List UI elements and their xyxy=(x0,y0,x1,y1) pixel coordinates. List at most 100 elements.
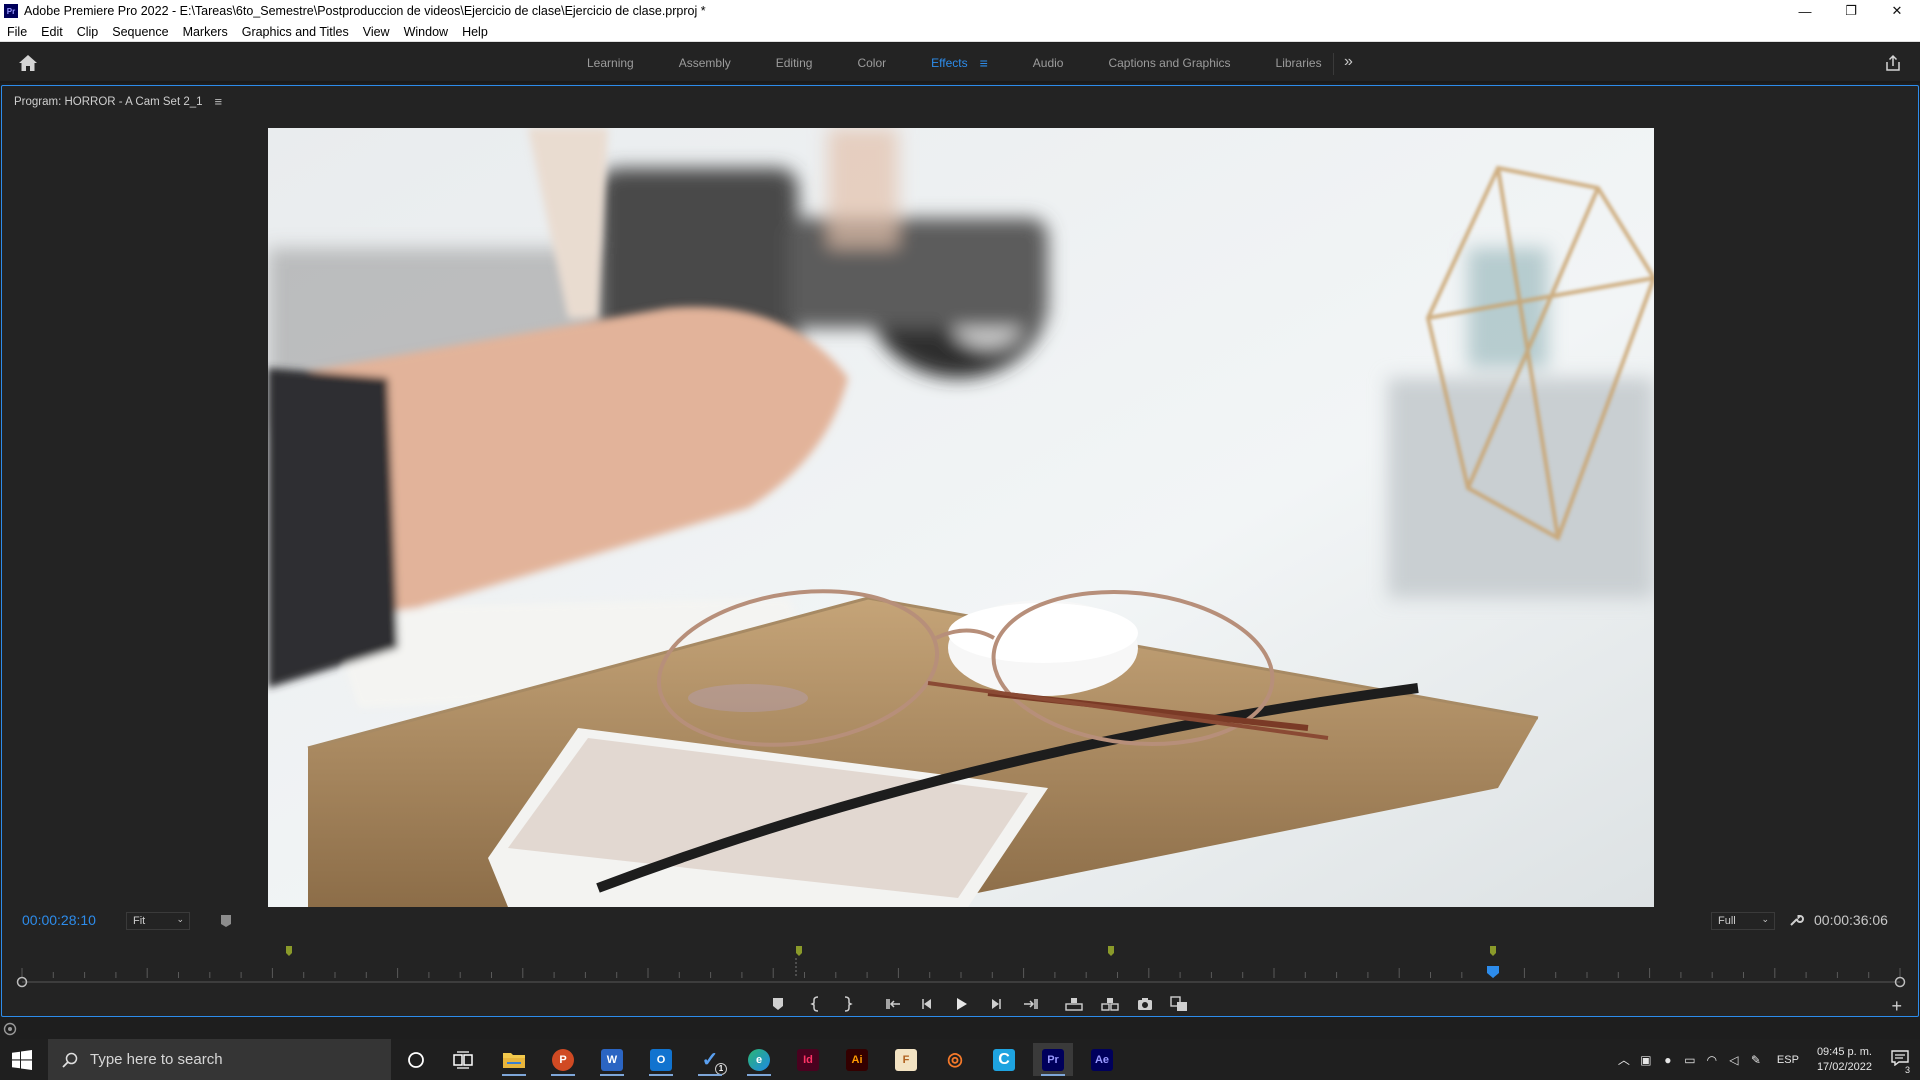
blender-icon: ◎ xyxy=(947,1049,963,1069)
marker-icon[interactable] xyxy=(1108,946,1114,956)
tab-editing[interactable]: Editing xyxy=(776,56,813,70)
step-back-button[interactable] xyxy=(917,994,937,1014)
tab-color[interactable]: Color xyxy=(857,56,886,70)
menu-window[interactable]: Window xyxy=(397,25,455,39)
windows-start-icon[interactable] xyxy=(12,1050,32,1070)
powerpoint-icon: P xyxy=(552,1048,574,1071)
taskbar-app-indesign[interactable]: Id xyxy=(788,1043,828,1076)
taskbar-app-edge[interactable]: e xyxy=(739,1043,779,1076)
menu-clip[interactable]: Clip xyxy=(70,25,106,39)
menu-graphics-and-titles[interactable]: Graphics and Titles xyxy=(235,25,356,39)
tab-learning[interactable]: Learning xyxy=(587,56,634,70)
time-ruler[interactable] xyxy=(14,938,1908,990)
taskbar-search-input[interactable]: Type here to search xyxy=(48,1039,391,1080)
zoom-level-select[interactable]: Fit ⌄ xyxy=(126,912,190,930)
taskbar-app-todo[interactable]: ✓ 1 xyxy=(690,1043,730,1076)
taskbar-app-after-effects[interactable]: Ae xyxy=(1082,1043,1122,1076)
wrench-icon[interactable] xyxy=(1788,912,1804,928)
tab-libraries[interactable]: Libraries xyxy=(1276,56,1322,70)
playhead-icon[interactable] xyxy=(1487,966,1499,978)
home-icon[interactable] xyxy=(18,53,38,73)
menu-markers[interactable]: Markers xyxy=(176,25,235,39)
menu-view[interactable]: View xyxy=(356,25,397,39)
playback-resolution-select[interactable]: Full ⌄ xyxy=(1711,912,1775,930)
menu-sequence[interactable]: Sequence xyxy=(105,25,175,39)
marker-icon[interactable] xyxy=(1490,946,1496,956)
language-indicator[interactable]: ESP xyxy=(1777,1054,1799,1066)
notifications-button[interactable]: 3 xyxy=(1880,1050,1920,1075)
play-button[interactable] xyxy=(951,994,971,1014)
add-marker-button[interactable] xyxy=(768,994,788,1014)
marker-icon[interactable] xyxy=(286,946,292,956)
video-frame-image xyxy=(268,128,1654,907)
chevron-up-icon[interactable]: ︿ xyxy=(1613,1051,1635,1068)
duration-timecode: 00:00:36:06 xyxy=(1814,912,1888,928)
comparison-view-icon xyxy=(1170,996,1187,1011)
tab-effects[interactable]: Effects ≡ xyxy=(931,55,988,71)
window-title: Adobe Premiere Pro 2022 - E:\Tareas\6to_… xyxy=(24,4,706,18)
mark-out-button[interactable] xyxy=(837,994,857,1014)
mark-in-button[interactable] xyxy=(806,994,826,1014)
taskbar-app-fresco[interactable]: F xyxy=(886,1043,926,1076)
extract-icon xyxy=(1101,998,1119,1011)
menu-bar: File Edit Clip Sequence Markers Graphics… xyxy=(0,22,1920,42)
marker-icon[interactable] xyxy=(796,946,802,956)
microphone-icon[interactable]: ● xyxy=(1657,1053,1679,1067)
more-workspaces-icon[interactable]: » xyxy=(1333,53,1353,75)
taskbar-app-illustrator[interactable]: Ai xyxy=(837,1043,877,1076)
lift-button[interactable] xyxy=(1064,994,1084,1014)
workspace-menu-icon[interactable]: ≡ xyxy=(980,55,988,71)
camera-icon xyxy=(1138,998,1152,1010)
cortana-button[interactable] xyxy=(396,1043,436,1076)
tab-audio[interactable]: Audio xyxy=(1033,56,1064,70)
taskbar-app-ccleaner[interactable]: C xyxy=(984,1043,1024,1076)
volume-icon[interactable]: ◁ xyxy=(1723,1053,1745,1067)
go-to-out-button[interactable] xyxy=(1021,994,1041,1014)
wifi-icon[interactable]: ◠ xyxy=(1701,1053,1723,1067)
comparison-view-button[interactable] xyxy=(1169,994,1189,1014)
taskbar-app-premiere[interactable]: Pr xyxy=(1033,1043,1073,1076)
menu-help[interactable]: Help xyxy=(455,25,495,39)
step-forward-button[interactable] xyxy=(986,994,1006,1014)
meet-now-icon[interactable]: ▣ xyxy=(1635,1053,1657,1067)
share-icon[interactable] xyxy=(1884,54,1902,72)
extract-button[interactable] xyxy=(1100,994,1120,1014)
panel-title[interactable]: Program: HORROR - A Cam Set 2_1 xyxy=(14,96,203,108)
mark-out-icon xyxy=(844,996,853,1012)
title-bar: Pr Adobe Premiere Pro 2022 - E:\Tareas\6… xyxy=(0,0,1920,22)
panel-menu-icon[interactable]: ≡ xyxy=(215,94,223,109)
task-view-button[interactable] xyxy=(443,1043,483,1076)
chevron-down-icon: ⌄ xyxy=(176,914,184,924)
word-icon: W xyxy=(601,1048,623,1071)
clock[interactable]: 09:45 p. m. 17/02/2022 xyxy=(1817,1045,1872,1075)
taskbar-app-word[interactable]: W xyxy=(592,1043,632,1076)
marker-settings-icon[interactable] xyxy=(219,913,233,929)
status-strip xyxy=(0,1019,1920,1039)
status-icon[interactable] xyxy=(3,1022,17,1036)
fresco-icon: F xyxy=(895,1048,917,1071)
taskbar-app-blender[interactable]: ◎ xyxy=(935,1043,975,1076)
minimize-button[interactable]: — xyxy=(1782,0,1828,22)
play-icon xyxy=(957,998,967,1010)
tab-assembly[interactable]: Assembly xyxy=(679,56,731,70)
maximize-button[interactable]: ❐ xyxy=(1828,0,1874,22)
folder-icon xyxy=(503,1052,525,1068)
workspaces-bar: Learning Assembly Editing Color Effects … xyxy=(0,43,1920,83)
go-to-out-icon xyxy=(1024,999,1038,1009)
button-editor-add-icon[interactable]: + xyxy=(1891,996,1902,1017)
close-button[interactable]: ✕ xyxy=(1874,0,1920,22)
video-frame[interactable] xyxy=(268,128,1654,907)
battery-icon[interactable]: ▭ xyxy=(1679,1053,1701,1067)
clock-date: 17/02/2022 xyxy=(1816,1060,1872,1073)
export-frame-button[interactable] xyxy=(1135,994,1155,1014)
go-to-in-button[interactable] xyxy=(883,994,903,1014)
task-view-icon xyxy=(453,1050,473,1069)
taskbar-app-outlook[interactable]: O xyxy=(641,1043,681,1076)
pen-icon[interactable]: ✎ xyxy=(1745,1053,1767,1067)
playhead-timecode[interactable]: 00:00:28:10 xyxy=(22,912,96,928)
menu-edit[interactable]: Edit xyxy=(34,25,70,39)
taskbar-app-powerpoint[interactable]: P xyxy=(543,1043,583,1076)
tab-captions-and-graphics[interactable]: Captions and Graphics xyxy=(1108,56,1230,70)
taskbar-app-file-explorer[interactable] xyxy=(494,1043,534,1076)
menu-file[interactable]: File xyxy=(0,25,34,39)
